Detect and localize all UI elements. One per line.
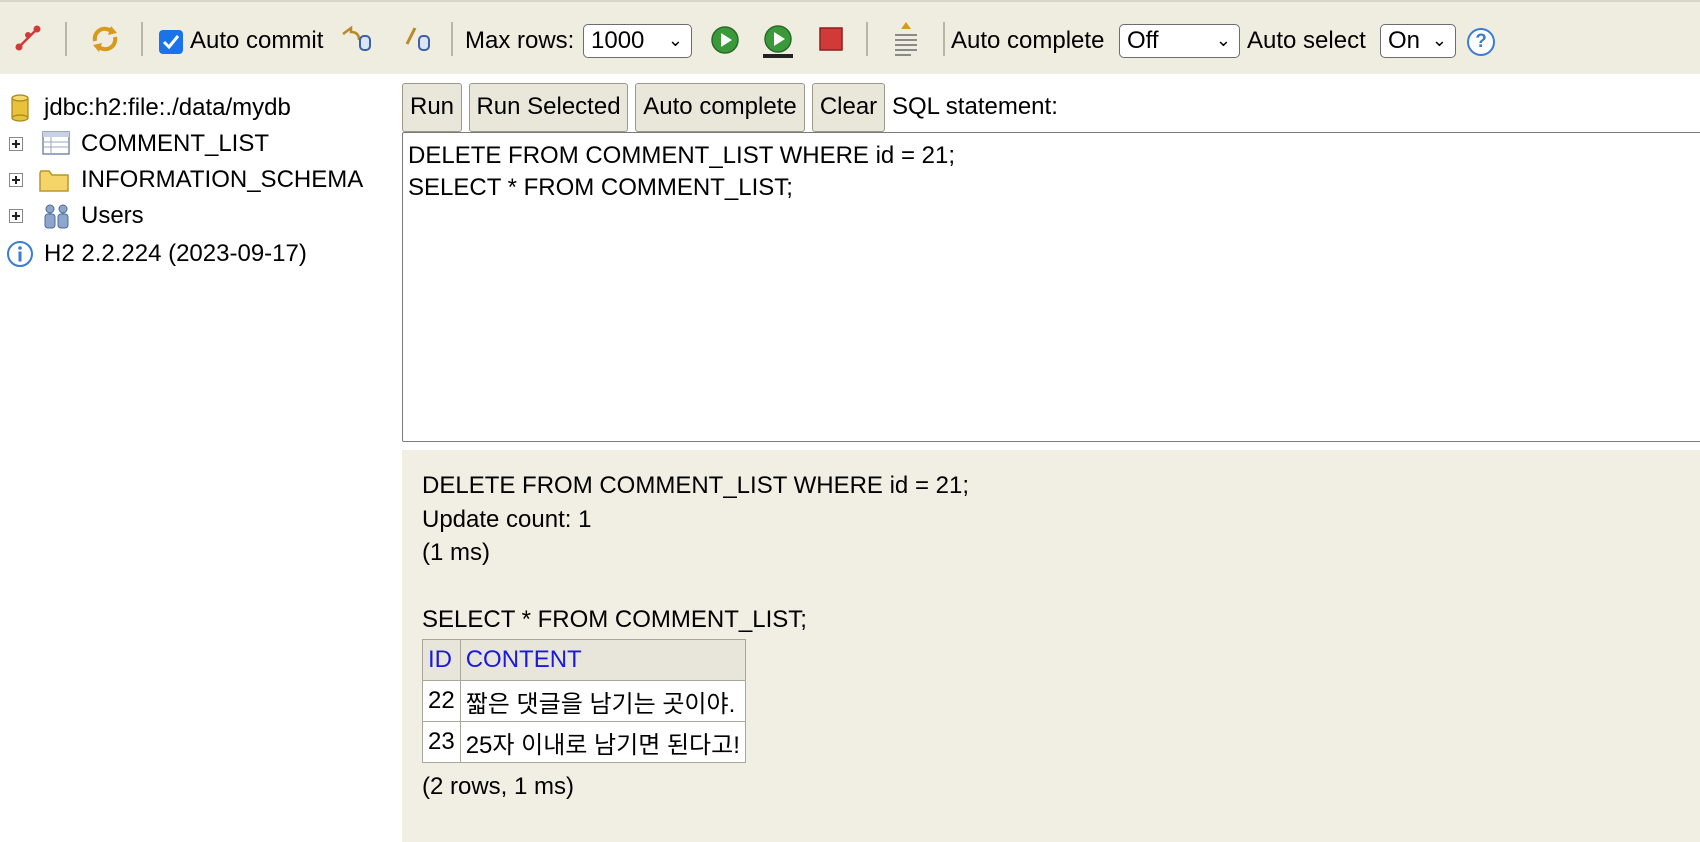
commit-icon[interactable] [400, 22, 438, 56]
chevron-down-icon: ⌄ [1431, 30, 1447, 50]
chevron-down-icon: ⌄ [1215, 30, 1231, 50]
max-rows-value: 1000 [591, 27, 645, 54]
expand-icon[interactable] [9, 137, 23, 151]
max-rows-label: Max rows: [465, 27, 575, 54]
result-panel: DELETE FROM COMMENT_LIST WHERE id = 21; … [402, 450, 1700, 842]
result-time: (1 ms) [422, 539, 490, 566]
auto-complete-value: Off [1127, 27, 1159, 54]
run-button[interactable]: Run [402, 83, 462, 132]
auto-complete-button[interactable]: Auto complete [635, 83, 805, 132]
expand-icon[interactable] [9, 209, 23, 223]
result-statement: SELECT * FROM COMMENT_LIST; [422, 606, 807, 633]
table-cell: 23 [422, 721, 461, 763]
toolbar-separator [141, 22, 143, 56]
result-summary: (2 rows, 1 ms) [422, 773, 575, 800]
table-row: 23 25자 이내로 남기면 된다고! [422, 721, 746, 763]
column-header-content[interactable]: CONTENT [459, 639, 746, 681]
tree-item-information-schema[interactable]: INFORMATION_SCHEMA [0, 163, 400, 197]
auto-select-select[interactable]: On ⌄ [1380, 24, 1456, 58]
auto-select-label: Auto select [1247, 27, 1366, 54]
chevron-down-icon: ⌄ [667, 30, 683, 50]
tree-item-label: COMMENT_LIST [81, 130, 270, 157]
toolbar-separator [866, 22, 868, 56]
run-icon[interactable] [709, 24, 741, 56]
run-selected-icon[interactable] [760, 24, 796, 60]
toolbar-separator [65, 22, 67, 56]
object-tree: jdbc:h2:file:./data/mydb COMMENT_LIST IN… [0, 74, 400, 842]
table-cell: 22 [422, 680, 461, 722]
auto-select-value: On [1388, 27, 1421, 54]
database-icon [10, 94, 30, 127]
run-selected-button[interactable]: Run Selected [469, 83, 628, 132]
tree-version: H2 2.2.224 (2023-09-17) [0, 237, 400, 271]
auto-complete-label: Auto complete [951, 27, 1105, 54]
table-icon [42, 131, 70, 160]
table-cell: 짧은 댓글을 남기는 곳이야. [459, 680, 746, 722]
tree-item-comment-list[interactable]: COMMENT_LIST [0, 127, 400, 161]
result-statement: DELETE FROM COMMENT_LIST WHERE id = 21; [422, 472, 969, 499]
tree-connection[interactable]: jdbc:h2:file:./data/mydb [0, 91, 400, 125]
help-icon[interactable]: ? [1467, 28, 1495, 56]
sql-editor[interactable]: DELETE FROM COMMENT_LIST WHERE id = 21; … [402, 132, 1700, 442]
table-row: 22 짧은 댓글을 남기는 곳이야. [422, 680, 746, 722]
connection-url: jdbc:h2:file:./data/mydb [44, 94, 291, 121]
version-label: H2 2.2.224 (2023-09-17) [44, 240, 307, 267]
tree-item-label: Users [81, 202, 144, 229]
toolbar: Auto commit Max rows: 1000 ⌄ Auto comple… [0, 0, 1700, 74]
rollback-icon[interactable] [338, 22, 376, 56]
toolbar-separator [943, 22, 945, 56]
table-cell: 25자 이내로 남기면 된다고! [459, 721, 746, 763]
folder-icon [38, 167, 70, 198]
update-count: Update count: 1 [422, 506, 592, 533]
tree-item-label: INFORMATION_SCHEMA [81, 166, 364, 193]
refresh-icon[interactable] [88, 22, 122, 56]
max-rows-select[interactable]: 1000 ⌄ [583, 24, 692, 58]
expand-icon[interactable] [9, 173, 23, 187]
editor-line: DELETE FROM COMMENT_LIST WHERE id = 21; [408, 142, 955, 169]
auto-commit-label: Auto commit [190, 27, 324, 54]
clear-button[interactable]: Clear [812, 83, 885, 132]
sql-statement-label: SQL statement: [892, 93, 1058, 120]
tree-item-users[interactable]: Users [0, 199, 400, 233]
disconnect-icon[interactable] [12, 22, 44, 54]
column-header-id[interactable]: ID [422, 639, 461, 681]
result-table: ID CONTENT 22 짧은 댓글을 남기는 곳이야. 23 25자 이내로… [422, 639, 746, 763]
table-header-row: ID CONTENT [422, 639, 746, 681]
editor-line: SELECT * FROM COMMENT_LIST; [408, 174, 793, 201]
info-icon [6, 240, 34, 273]
auto-complete-select[interactable]: Off ⌄ [1119, 24, 1240, 58]
history-icon[interactable] [890, 20, 922, 58]
toolbar-separator [451, 22, 453, 56]
cancel-icon[interactable] [818, 26, 844, 52]
users-icon [42, 202, 72, 235]
auto-commit-checkbox[interactable] [159, 30, 183, 54]
